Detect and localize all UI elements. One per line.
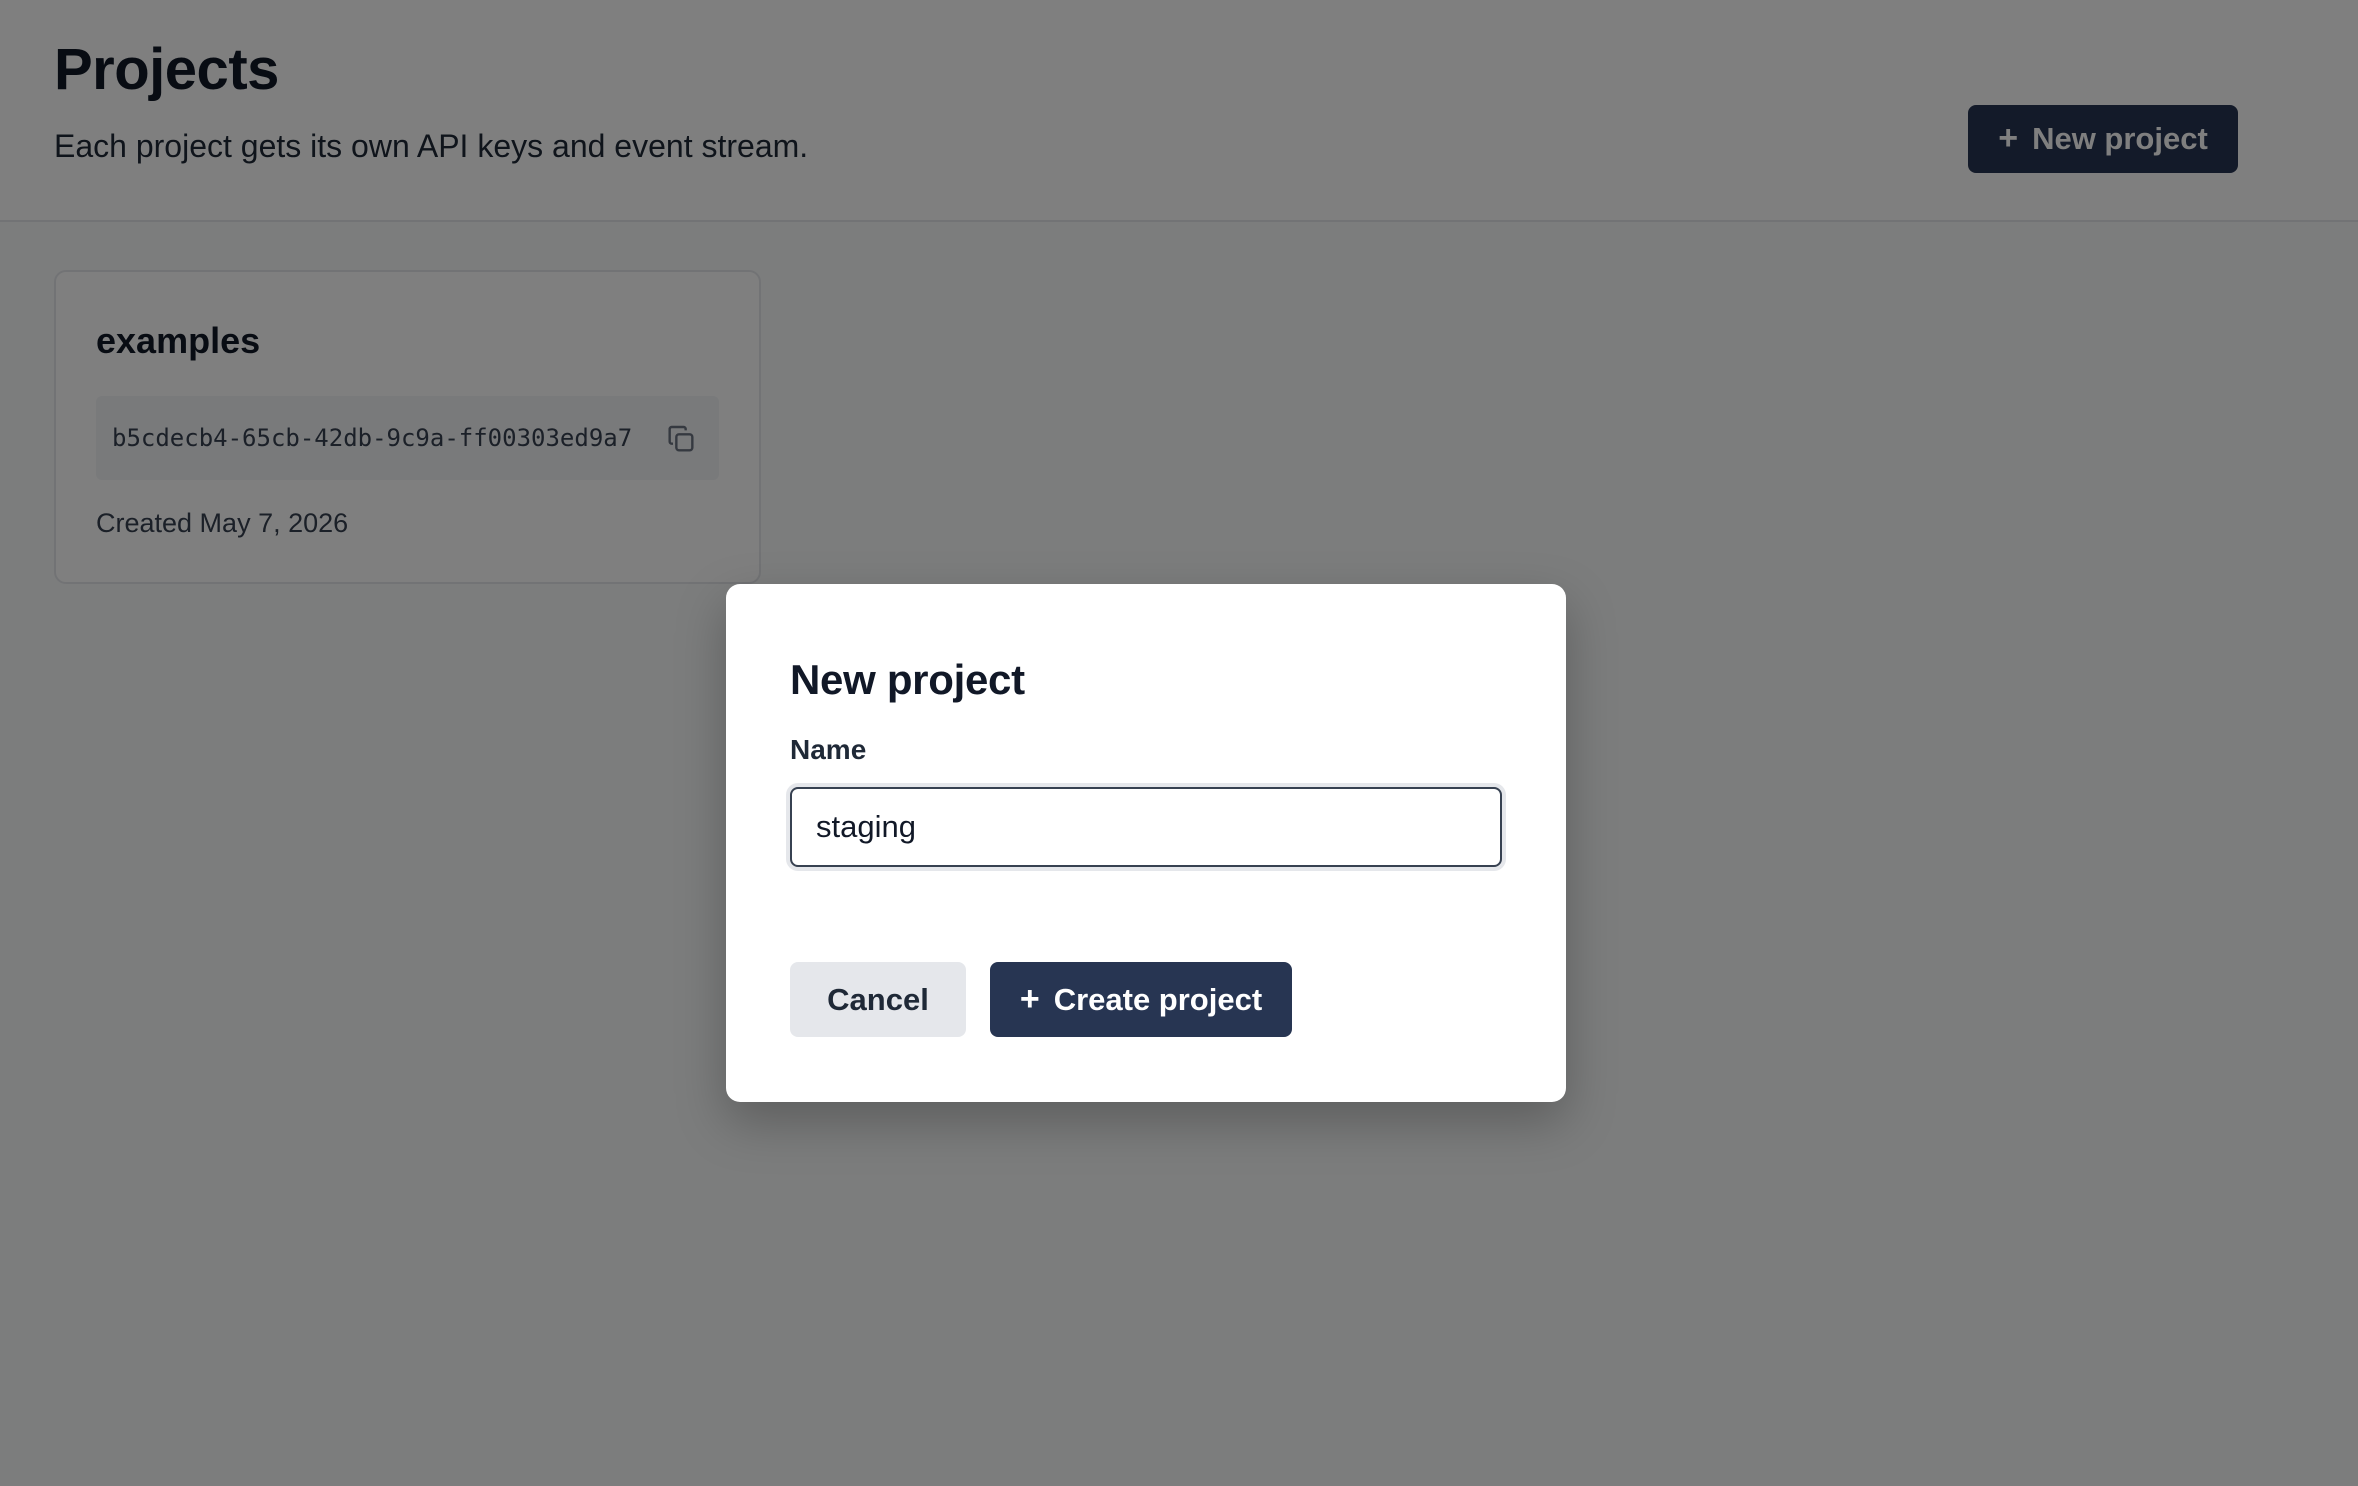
cancel-button[interactable]: Cancel [790,962,966,1037]
create-project-button[interactable]: + Create project [990,962,1292,1037]
project-name-input[interactable] [790,787,1502,867]
create-project-button-label: Create project [1053,981,1263,1017]
dialog-title: New project [790,656,1025,703]
new-project-dialog: New project Name Cancel + Create project [726,584,1566,1102]
plus-icon: + [1019,979,1040,1018]
name-label: Name [790,734,867,765]
